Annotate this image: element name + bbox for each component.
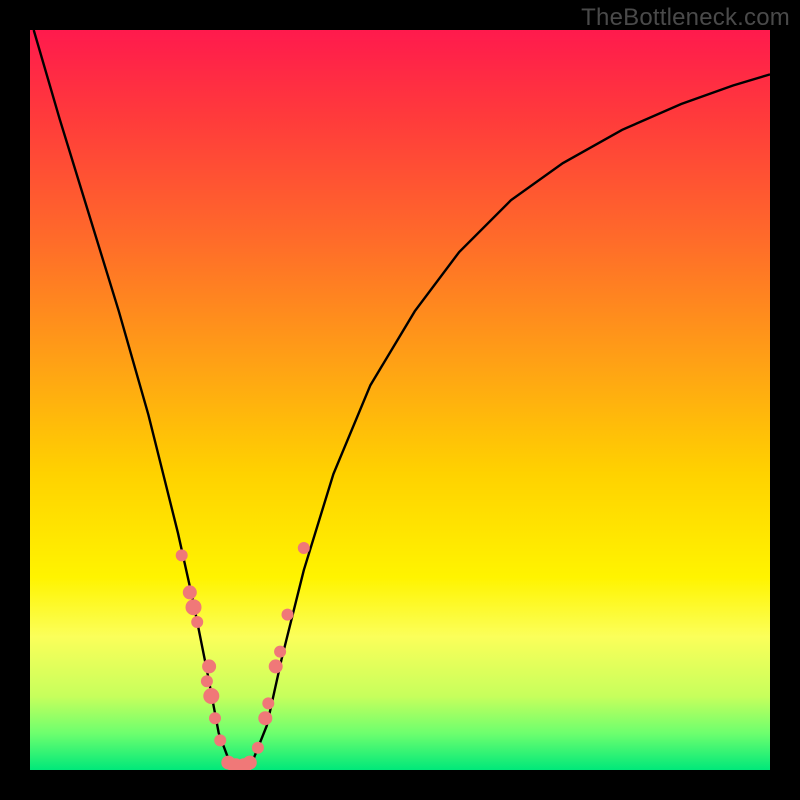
sample-dot: [209, 712, 221, 724]
sample-dot: [252, 742, 264, 754]
sample-dot: [214, 734, 226, 746]
sample-dot: [201, 675, 213, 687]
sample-dots: [176, 542, 310, 770]
sample-dot: [274, 646, 286, 658]
sample-dot: [191, 616, 203, 628]
curve-layer: [30, 30, 770, 770]
watermark-text: TheBottleneck.com: [581, 4, 790, 32]
sample-dot: [262, 697, 274, 709]
sample-dot: [269, 659, 283, 673]
bottleneck-curve: [34, 30, 770, 766]
sample-dot: [202, 659, 216, 673]
sample-dot: [258, 711, 272, 725]
sample-dot: [186, 599, 202, 615]
sample-dot: [282, 609, 294, 621]
sample-dot: [183, 585, 197, 599]
sample-dot: [243, 756, 257, 770]
sample-dot: [298, 542, 310, 554]
chart-frame: TheBottleneck.com: [0, 0, 800, 800]
sample-dot: [203, 688, 219, 704]
plot-area: [30, 30, 770, 770]
sample-dot: [176, 549, 188, 561]
